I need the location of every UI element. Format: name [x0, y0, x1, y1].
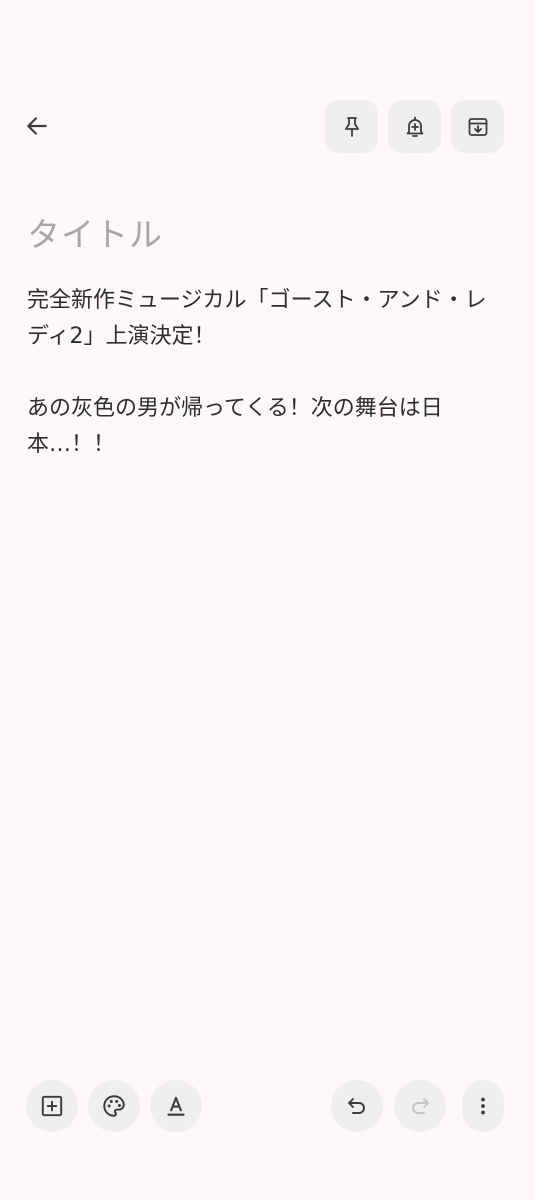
top-actions [325, 100, 504, 153]
archive-icon [468, 117, 487, 136]
reminder-button[interactable] [388, 100, 441, 153]
add-content-button[interactable] [26, 1080, 78, 1132]
undo-icon [348, 1098, 365, 1114]
undo-button[interactable] [331, 1080, 383, 1132]
background-color-button[interactable] [88, 1080, 140, 1132]
bell-plus-icon [406, 116, 423, 137]
note-body-line: 本…！！ [27, 432, 116, 457]
arrow-left-icon [27, 117, 47, 135]
top-app-bar [0, 100, 535, 154]
text-format-button[interactable] [150, 1080, 202, 1132]
redo-button[interactable] [394, 1080, 446, 1132]
pin-icon [344, 116, 359, 137]
archive-button[interactable] [451, 100, 504, 153]
back-button[interactable] [14, 103, 60, 149]
note-body-line: 完全新作ミュージカル「ゴースト・アンド・レ [27, 288, 487, 313]
note-body-line: あの灰色の男が帰ってくる！次の舞台は日 [27, 396, 443, 421]
palette-icon [103, 1095, 125, 1117]
more-vertical-icon [481, 1097, 485, 1115]
more-options-button[interactable] [462, 1080, 504, 1132]
bottom-toolbar [0, 1080, 535, 1134]
pin-button[interactable] [325, 100, 378, 153]
note-body-blank-line [27, 355, 517, 391]
add-box-icon [41, 1095, 63, 1117]
text-format-icon [167, 1096, 185, 1116]
note-body-line: ディ2」上演決定！ [27, 324, 216, 349]
title-input[interactable]: タイトル [27, 208, 163, 256]
note-body-editor[interactable]: 完全新作ミュージカル「ゴースト・アンド・レ ディ2」上演決定！ あの灰色の男が帰… [27, 283, 517, 463]
redo-icon [412, 1098, 429, 1114]
